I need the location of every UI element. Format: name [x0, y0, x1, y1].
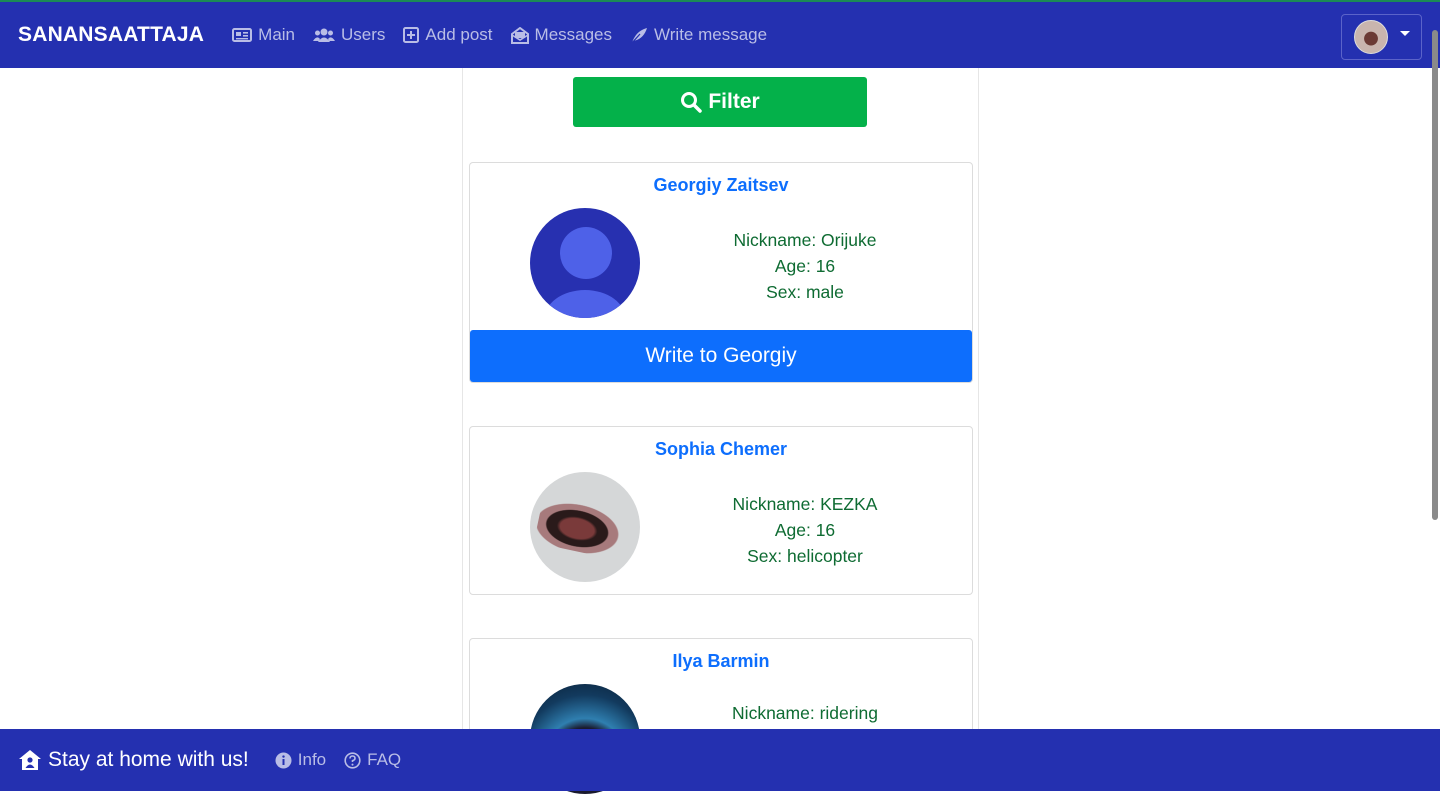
nav-item-messages[interactable]: Messages — [510, 25, 613, 45]
users-column: Filter Georgiy Zaitsev Nickname: Orijuke… — [462, 68, 979, 794]
question-circle-icon — [344, 751, 361, 769]
nav-item-main-label: Main — [258, 25, 296, 44]
top-navbar: SANANSAATTAJA Main Users Add post Messag… — [0, 0, 1440, 68]
footer-link-info[interactable]: Info — [275, 750, 326, 770]
avatar — [1353, 20, 1388, 54]
user-card: Sophia Chemer Nickname: KEZKA Age: 16 Se… — [469, 426, 973, 595]
feather-icon — [630, 27, 648, 44]
nav-item-write-message-label: Write message — [654, 25, 768, 44]
envelope-open-icon — [510, 26, 529, 44]
caret-down-icon — [1399, 30, 1410, 36]
brand-logo[interactable]: SANANSAATTAJA — [18, 23, 204, 47]
user-info: Nickname: ridering — [680, 700, 930, 726]
user-nickname: Nickname: Orijuke — [733, 230, 877, 250]
user-sex: Sex: helicopter — [747, 546, 863, 566]
users-icon — [313, 28, 336, 42]
avatar — [530, 472, 640, 582]
filter-button[interactable]: Filter — [573, 77, 867, 127]
nav-item-add-post-label: Add post — [425, 25, 493, 44]
footer-link-faq-label: FAQ — [367, 750, 402, 769]
write-to-user-button[interactable]: Write to Georgiy — [470, 330, 972, 382]
nav-item-write-message[interactable]: Write message — [630, 25, 767, 45]
nav-item-add-post[interactable]: Add post — [403, 25, 493, 45]
nav-item-users[interactable]: Users — [313, 25, 385, 45]
user-sex: Sex: male — [766, 282, 844, 302]
plus-square-icon — [403, 27, 420, 43]
user-nickname: Nickname: KEZKA — [732, 494, 878, 514]
nav-item-messages-label: Messages — [534, 25, 613, 44]
user-info: Nickname: Orijuke Age: 16 Sex: male — [680, 227, 930, 305]
user-nickname: Nickname: ridering — [732, 703, 878, 723]
user-card: Georgiy Zaitsev Nickname: Orijuke Age: 1… — [469, 162, 973, 383]
house-user-icon — [19, 750, 41, 770]
user-name-link[interactable]: Georgiy Zaitsev — [470, 175, 972, 196]
user-age: Age: 16 — [774, 256, 836, 276]
user-info: Nickname: KEZKA Age: 16 Sex: helicopter — [680, 491, 930, 569]
info-circle-icon — [275, 752, 292, 768]
search-icon — [681, 92, 703, 113]
footer-title: Stay at home with us! — [18, 748, 249, 772]
footer-link-info-label: Info — [297, 750, 327, 769]
default-avatar-icon — [530, 208, 640, 318]
user-age: Age: 16 — [774, 520, 836, 540]
page-scrollbar[interactable] — [1432, 30, 1438, 520]
nav-item-main[interactable]: Main — [232, 25, 295, 45]
user-name-link[interactable]: Sophia Chemer — [470, 439, 972, 460]
footer-link-faq[interactable]: FAQ — [344, 750, 401, 770]
bottom-footer: Stay at home with us! Info FAQ — [0, 729, 1440, 791]
newspaper-icon — [232, 28, 253, 42]
footer-title-text: Stay at home with us! — [48, 748, 249, 771]
user-menu-dropdown[interactable] — [1341, 14, 1422, 60]
user-name-link[interactable]: Ilya Barmin — [470, 651, 972, 672]
filter-button-label: Filter — [708, 90, 760, 113]
nav-item-users-label: Users — [341, 25, 386, 44]
